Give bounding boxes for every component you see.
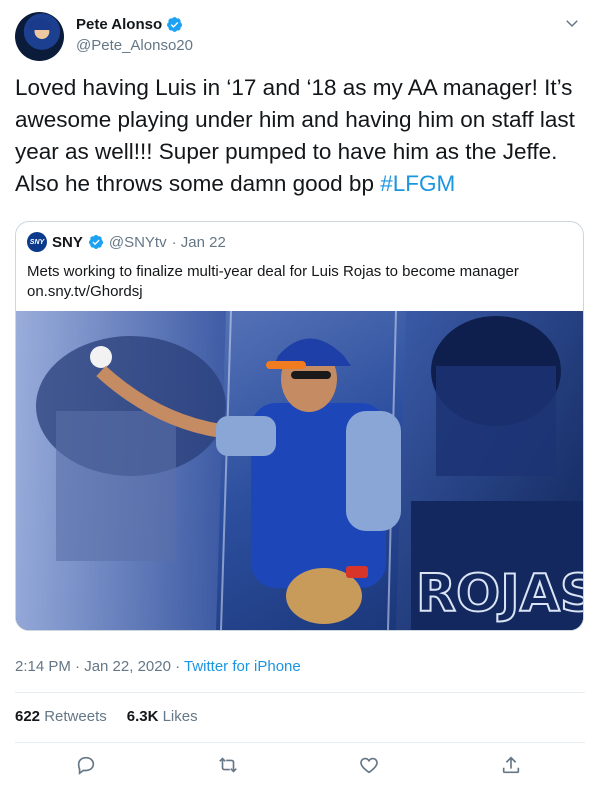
likes-stat[interactable]: 6.3K Likes (127, 708, 198, 725)
avatar-cap-graphic (29, 18, 51, 30)
hashtag-link[interactable]: #LFGM (380, 171, 455, 196)
retweets-stat[interactable]: 622 Retweets (15, 708, 107, 725)
heart-icon[interactable] (358, 754, 380, 776)
retweets-count: 622 (15, 708, 41, 725)
likes-count: 6.3K (126, 708, 159, 725)
likes-label: Likes (162, 708, 198, 725)
divider (15, 692, 585, 693)
tweet-header: Pete Alonso @Pete_Alonso20 (15, 12, 585, 62)
quoted-media-image[interactable]: ROJAS (16, 311, 583, 630)
quoted-avatar: SNY (27, 232, 47, 252)
quoted-handle: @SNYtv (108, 233, 167, 251)
avatar[interactable] (15, 12, 64, 61)
quoted-tweet-header: SNY SNY @SNYtv · Jan 22 (27, 232, 226, 252)
quoted-text-block: Mets working to finalize multi-year deal… (27, 262, 572, 302)
author-display-name[interactable]: Pete Alonso (76, 16, 162, 33)
share-icon[interactable] (500, 754, 522, 776)
quoted-tweet[interactable]: SNY SNY @SNYtv · Jan 22 Mets working to … (15, 221, 584, 631)
reply-icon[interactable] (75, 754, 97, 776)
chevron-down-icon[interactable] (563, 14, 581, 32)
author-names: Pete Alonso @Pete_Alonso20 (76, 16, 193, 54)
media-illustration: ROJAS (16, 311, 583, 630)
tweet-action-bar (0, 752, 599, 782)
tweet-source-link[interactable]: Twitter for iPhone (184, 658, 301, 675)
verified-badge-icon (167, 17, 183, 32)
tweet-text: Loved having Luis in ‘17 and ‘18 as my A… (15, 72, 580, 200)
quoted-display-name: SNY (52, 233, 83, 251)
retweets-label: Retweets (44, 708, 107, 725)
retweet-icon[interactable] (217, 754, 239, 776)
tweet-card: Pete Alonso @Pete_Alonso20 Loved having … (0, 0, 599, 792)
jersey-name-text: ROJAS (416, 564, 583, 624)
author-handle[interactable]: @Pete_Alonso20 (76, 37, 193, 54)
author-display-name-row[interactable]: Pete Alonso (76, 16, 183, 33)
tweet-timestamp[interactable]: 2:14 PM · Jan 22, 2020 · (15, 658, 184, 675)
verified-badge-icon (88, 235, 103, 249)
tweet-timestamp-row: 2:14 PM · Jan 22, 2020 · Twitter for iPh… (15, 658, 301, 675)
quoted-date: · Jan 22 (171, 233, 226, 251)
divider (15, 742, 585, 743)
tweet-body: Loved having Luis in ‘17 and ‘18 as my A… (15, 75, 575, 196)
quoted-link[interactable]: on.sny.tv/Ghordsj (27, 282, 572, 302)
quoted-text: Mets working to finalize multi-year deal… (27, 263, 519, 280)
tweet-stats: 622 Retweets 6.3K Likes (15, 708, 198, 725)
